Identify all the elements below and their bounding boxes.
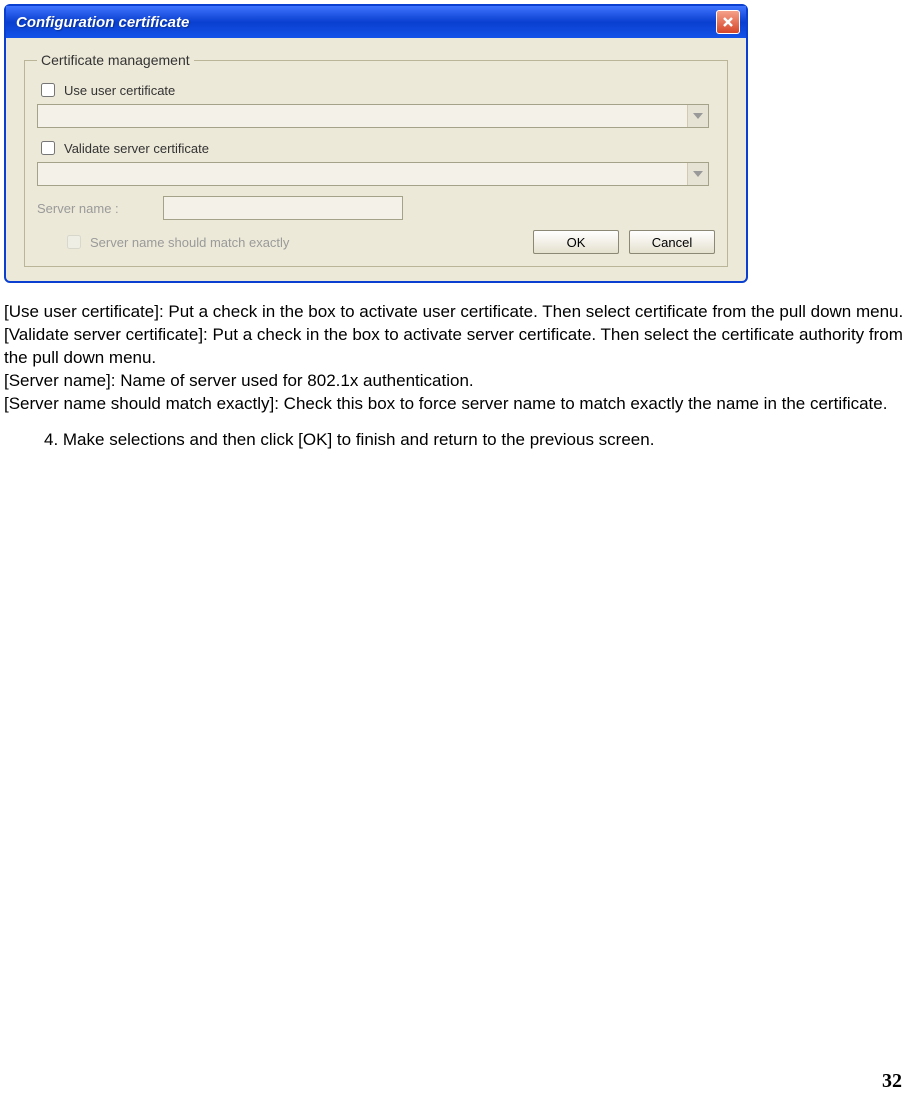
- user-cert-select[interactable]: [37, 104, 709, 128]
- validate-server-cert-label: Validate server certificate: [64, 141, 209, 156]
- cancel-button[interactable]: Cancel: [629, 230, 715, 254]
- title-bar: Configuration certificate: [6, 6, 746, 38]
- ok-button[interactable]: OK: [533, 230, 619, 254]
- user-cert-field[interactable]: [38, 105, 687, 127]
- desc-validate-server-cert: [Validate server certificate]: Put a che…: [4, 324, 904, 370]
- validate-server-cert-checkbox[interactable]: [41, 141, 55, 155]
- chevron-down-icon[interactable]: [687, 163, 708, 185]
- server-name-label: Server name :: [37, 201, 147, 216]
- config-cert-dialog: Configuration certificate Certificate ma…: [4, 4, 748, 283]
- close-icon: [722, 16, 734, 28]
- step-4: 4. Make selections and then click [OK] t…: [44, 430, 906, 450]
- server-cert-select[interactable]: [37, 162, 709, 186]
- desc-server-name: [Server name]: Name of server used for 8…: [4, 370, 904, 393]
- title-bar-text: Configuration certificate: [16, 14, 189, 31]
- desc-match-exactly: [Server name should match exactly]: Chec…: [4, 393, 904, 416]
- use-user-cert-label: Use user certificate: [64, 83, 175, 98]
- cert-management-group: Certificate management Use user certific…: [24, 52, 728, 267]
- close-button[interactable]: [716, 10, 740, 34]
- chevron-down-icon[interactable]: [687, 105, 708, 127]
- match-exactly-label: Server name should match exactly: [90, 235, 289, 250]
- desc-use-user-cert: [Use user certificate]: Put a check in t…: [4, 301, 904, 324]
- page-number: 32: [882, 1070, 902, 1093]
- server-name-field[interactable]: [163, 196, 403, 220]
- description-block: [Use user certificate]: Put a check in t…: [4, 301, 904, 416]
- match-exactly-checkbox[interactable]: [67, 235, 81, 249]
- group-legend: Certificate management: [37, 52, 194, 68]
- use-user-cert-checkbox[interactable]: [41, 83, 55, 97]
- server-cert-field[interactable]: [38, 163, 687, 185]
